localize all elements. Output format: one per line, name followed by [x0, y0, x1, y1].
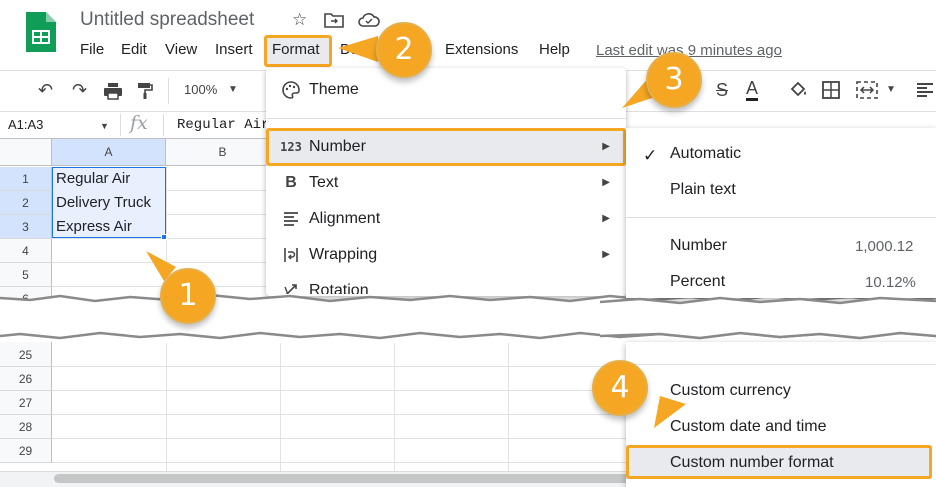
number-example: 1,000.12 — [855, 238, 914, 255]
menu-insert[interactable]: Insert — [215, 41, 253, 58]
sheets-logo[interactable] — [24, 10, 58, 54]
submenu-arrow-icon: ▶ — [602, 213, 610, 224]
move-folder-icon[interactable] — [324, 11, 344, 29]
cell-a2[interactable]: Delivery Truck — [52, 191, 166, 215]
format-menu-item-theme[interactable]: Theme — [270, 73, 622, 107]
bold-text-icon: B — [285, 174, 297, 191]
callout-1: 1 — [160, 268, 216, 324]
format-menu-label: Wrapping — [309, 246, 378, 263]
format-menu-label: Text — [309, 174, 339, 191]
row-header[interactable]: 28 — [0, 415, 52, 439]
document-title[interactable]: Untitled spreadsheet — [80, 9, 254, 31]
menu-separator — [626, 364, 936, 365]
format-menu-item-rotation[interactable]: Rotation — [270, 274, 622, 294]
paint-format-icon[interactable] — [137, 82, 153, 100]
zoom-select[interactable]: 100% — [184, 82, 217, 97]
menu-edit[interactable]: Edit — [121, 41, 147, 58]
formula-divider — [163, 114, 164, 136]
number-option-number[interactable]: Number — [670, 237, 727, 255]
select-all-corner[interactable] — [0, 139, 52, 165]
callout-3: 3 — [646, 52, 702, 108]
grid-line — [52, 462, 626, 463]
merge-cells-icon[interactable] — [856, 81, 878, 99]
horizontal-scrollbar-thumb[interactable] — [54, 474, 634, 483]
row-header[interactable]: 5 — [0, 263, 52, 287]
torn-edge-submenu — [600, 296, 936, 340]
fill-color-icon[interactable] — [788, 80, 808, 100]
percent-example: 10.12% — [865, 274, 916, 291]
number-format-icon: 123 — [280, 140, 302, 154]
text-color-icon[interactable]: A — [746, 78, 759, 101]
row-header[interactable]: 29 — [0, 439, 52, 463]
name-box-dropdown-icon[interactable]: ▼ — [100, 121, 109, 131]
format-menu-label: Rotation — [309, 282, 369, 294]
submenu-arrow-icon: ▶ — [602, 177, 610, 188]
format-menu-label: Number — [309, 138, 366, 155]
format-menu-label: Theme — [309, 81, 359, 98]
column-header-a[interactable]: A — [52, 139, 166, 165]
number-option-plain-text[interactable]: Plain text — [670, 181, 736, 199]
undo-icon[interactable]: ↶ — [38, 80, 53, 101]
format-menu-item-wrapping[interactable]: Wrapping ▶ — [270, 238, 622, 272]
number-option-custom-date-time[interactable]: Custom date and time — [670, 418, 827, 436]
menu-format[interactable]: Format — [272, 41, 320, 58]
merge-dropdown-icon[interactable]: ▼ — [886, 84, 896, 95]
row-header[interactable]: 2 — [0, 191, 52, 215]
borders-icon[interactable] — [822, 81, 840, 99]
zoom-dropdown-icon[interactable]: ▼ — [228, 84, 238, 95]
format-menu-item-text[interactable]: B Text ▶ — [270, 166, 622, 200]
wrap-text-icon — [284, 248, 298, 262]
menu-separator — [626, 217, 936, 218]
cloud-status-icon[interactable] — [358, 12, 380, 28]
menu-separator — [266, 118, 626, 119]
grid-line — [52, 414, 626, 415]
redo-icon[interactable]: ↷ — [72, 80, 87, 101]
cell-a1[interactable]: Regular Air — [52, 167, 166, 191]
number-option-percent[interactable]: Percent — [670, 273, 725, 291]
menu-extensions[interactable]: Extensions — [445, 41, 518, 58]
name-box[interactable]: A1:A3 — [8, 117, 43, 132]
row-header[interactable]: 1 — [0, 167, 52, 191]
row-header[interactable]: 3 — [0, 215, 52, 239]
grid-line — [394, 343, 395, 471]
grid-line — [52, 366, 626, 367]
menu-view[interactable]: View — [165, 41, 197, 58]
column-header-b[interactable]: B — [166, 139, 280, 165]
grid-line — [52, 390, 626, 391]
submenu-arrow-icon: ▶ — [602, 249, 610, 260]
grid-line — [280, 343, 281, 471]
menu-help[interactable]: Help — [539, 41, 570, 58]
menu-file[interactable]: File — [80, 41, 104, 58]
submenu-arrow-icon: ▶ — [602, 141, 610, 152]
row-header[interactable]: 25 — [0, 343, 52, 367]
grid-line — [52, 438, 626, 439]
checkmark-icon: ✓ — [643, 146, 658, 165]
align-icon[interactable] — [916, 82, 934, 98]
toolbar-divider — [168, 78, 169, 104]
callout-4: 4 — [592, 360, 648, 416]
formula-divider — [120, 114, 121, 136]
row-header[interactable]: 26 — [0, 367, 52, 391]
row-header[interactable]: 4 — [0, 239, 52, 263]
format-menu-item-number[interactable]: 123 Number ▶ — [270, 130, 622, 164]
print-icon[interactable] — [103, 82, 123, 100]
number-option-automatic[interactable]: Automatic — [670, 145, 741, 163]
callout-2: 2 — [376, 22, 432, 78]
align-left-icon — [284, 212, 298, 226]
format-menu-label: Alignment — [309, 210, 381, 227]
star-icon[interactable]: ☆ — [292, 10, 307, 30]
callout-pointer — [654, 396, 686, 428]
formula-input[interactable]: Regular Air — [177, 117, 269, 133]
strikethrough-icon[interactable]: S — [716, 80, 728, 101]
row-header[interactable]: 27 — [0, 391, 52, 415]
fx-icon: fx — [130, 112, 148, 134]
number-option-custom-number-format[interactable]: Custom number format — [670, 454, 834, 472]
grid-line — [508, 343, 509, 471]
grid-line — [166, 343, 167, 471]
format-menu-item-alignment[interactable]: Alignment ▶ — [270, 202, 622, 236]
cell-a3[interactable]: Express Air — [52, 215, 166, 239]
palette-icon — [282, 81, 300, 99]
